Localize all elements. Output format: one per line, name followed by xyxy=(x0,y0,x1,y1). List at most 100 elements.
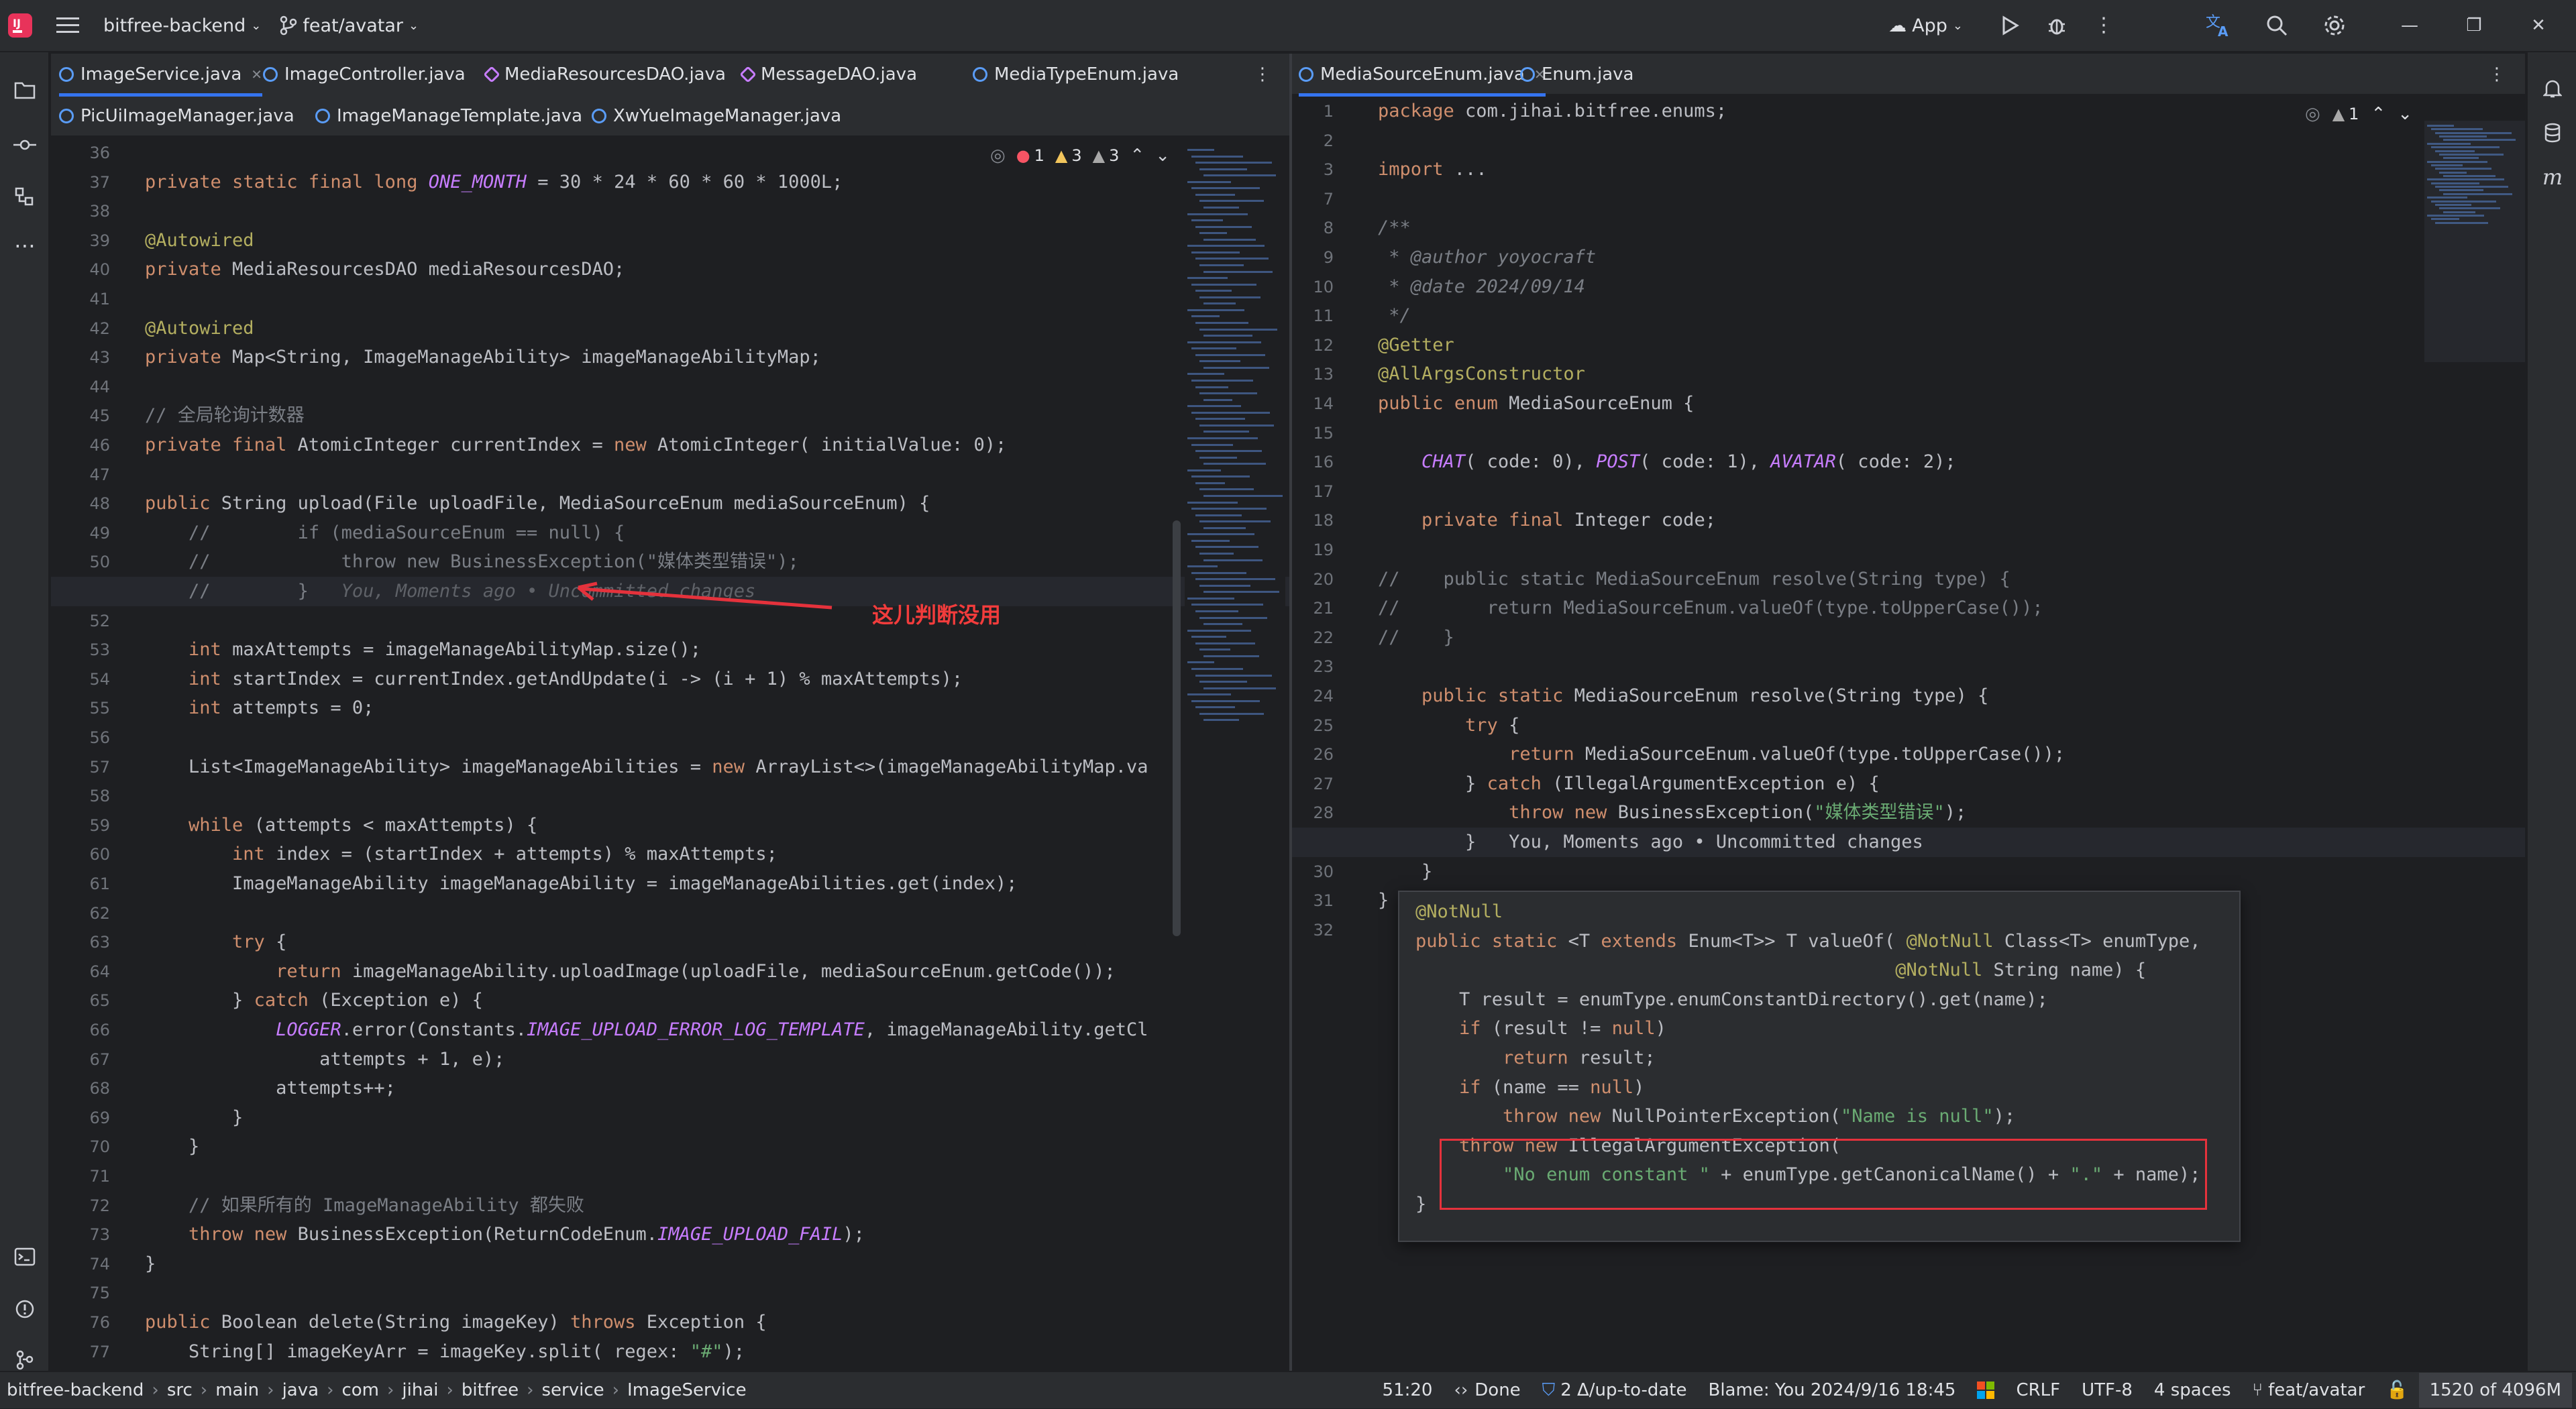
right-minimap[interactable] xyxy=(2424,121,2525,362)
project-selector[interactable]: bitfree-backend ⌄ xyxy=(94,0,270,52)
line-number[interactable]: 20 xyxy=(1292,565,1334,594)
line-number[interactable]: 11 xyxy=(1292,301,1334,331)
editor-tab[interactable]: MediaTypeEnum.java xyxy=(973,54,1179,95)
line-number[interactable]: 7 xyxy=(1292,184,1334,214)
left-editor[interactable]: 3637383940414243444546474849505152535455… xyxy=(51,138,1289,1371)
line-number[interactable]: 56 xyxy=(51,723,110,752)
line-number[interactable]: 76 xyxy=(51,1308,110,1337)
code-line[interactable]: } xyxy=(145,1103,243,1133)
file-encoding[interactable]: UTF-8 xyxy=(2071,1371,2143,1409)
run-config-selector[interactable]: ☁ App ⌄ xyxy=(1879,0,1972,52)
tabs-more-button[interactable]: ⋮ xyxy=(1245,57,1280,92)
breadcrumb-item[interactable]: main xyxy=(215,1380,259,1400)
line-number[interactable]: 72 xyxy=(51,1191,110,1221)
line-number[interactable]: 15 xyxy=(1292,418,1334,448)
app-logo[interactable]: IJ xyxy=(0,0,47,52)
breadcrumb-item[interactable]: java xyxy=(282,1380,319,1400)
line-number[interactable]: 27 xyxy=(1292,769,1334,799)
editor-tab[interactable]: XwYueImageManager.java xyxy=(592,95,841,137)
caret-position[interactable]: 51:20 xyxy=(1372,1371,1444,1409)
line-number[interactable]: 60 xyxy=(51,840,110,869)
database-tool-button[interactable] xyxy=(2535,115,2570,150)
project-tool-button[interactable] xyxy=(7,72,42,107)
code-line[interactable]: return imageManageAbility.uploadImage(up… xyxy=(145,957,1116,987)
indexing-status[interactable]: ‹› Done xyxy=(1443,1371,1531,1409)
code-line[interactable]: // return MediaSourceEnum.valueOf(type.t… xyxy=(1378,594,2043,623)
line-number[interactable]: 69 xyxy=(51,1103,110,1133)
line-number[interactable]: 14 xyxy=(1292,389,1334,418)
notifications-tool-button[interactable] xyxy=(2535,71,2570,106)
line-separator[interactable]: CRLF xyxy=(2005,1371,2071,1409)
code-line[interactable]: } xyxy=(145,1132,199,1162)
line-number[interactable]: 18 xyxy=(1292,506,1334,535)
more-actions-button[interactable]: ⋮ xyxy=(2086,8,2121,43)
main-menu-button[interactable] xyxy=(47,0,94,52)
line-number[interactable]: 75 xyxy=(51,1278,110,1308)
editor-tab[interactable]: PicUiImageManager.java xyxy=(59,95,294,137)
git-branch-status[interactable]: ⑂ feat/avatar xyxy=(2242,1371,2376,1409)
code-line[interactable]: public static MediaSourceEnum resolve(St… xyxy=(1378,681,1988,711)
code-line[interactable]: } xyxy=(1378,857,1432,887)
line-number[interactable]: 62 xyxy=(51,899,110,928)
more-tools-button[interactable]: ⋯ xyxy=(7,228,42,263)
debug-button[interactable] xyxy=(2039,8,2074,43)
code-line[interactable]: throw new BusinessException("媒体类型错误"); xyxy=(1378,798,1966,828)
left-code-area[interactable]: private static final long ONE_MONTH = 30… xyxy=(145,138,1232,1371)
line-number[interactable]: 24 xyxy=(1292,681,1334,711)
code-line[interactable]: } catch (IllegalArgumentException e) { xyxy=(1378,769,1880,799)
line-number[interactable]: 21 xyxy=(1292,594,1334,623)
line-number[interactable]: 46 xyxy=(51,431,110,460)
close-window-button[interactable]: ✕ xyxy=(2521,8,2556,43)
code-line[interactable]: int maxAttempts = imageManageAbilityMap.… xyxy=(145,635,701,665)
breadcrumb-item[interactable]: bitfree-backend xyxy=(7,1380,144,1400)
line-number[interactable]: 64 xyxy=(51,957,110,987)
code-line[interactable]: int attempts = 0; xyxy=(145,693,374,723)
editor-tab[interactable]: ImageService.java ✕ xyxy=(59,54,263,97)
code-line[interactable]: while (attempts < maxAttempts) { xyxy=(145,811,537,840)
line-number[interactable]: 77 xyxy=(51,1337,110,1367)
code-line[interactable]: return MediaSourceEnum.valueOf(type.toUp… xyxy=(1378,740,2065,769)
editor-tab[interactable]: Enum.java xyxy=(1520,54,1633,95)
line-number[interactable]: 38 xyxy=(51,196,110,226)
line-number[interactable]: 67 xyxy=(51,1045,110,1074)
editor-tab[interactable]: MediaSourceEnum.java ✕ xyxy=(1299,54,1546,97)
restore-button[interactable]: ❐ xyxy=(2457,8,2491,43)
code-line[interactable]: // throw new BusinessException("媒体类型错误")… xyxy=(145,547,799,577)
code-line[interactable]: public Boolean delete(String imageKey) t… xyxy=(145,1308,767,1337)
code-line[interactable]: * @author yoyocraft xyxy=(1378,243,1596,272)
translate-button[interactable]: 文A xyxy=(2202,8,2237,43)
line-number[interactable]: 59 xyxy=(51,811,110,840)
run-button[interactable] xyxy=(1992,8,2027,43)
code-line[interactable]: throw new BusinessException(ReturnCodeEn… xyxy=(145,1220,865,1249)
code-line[interactable]: @Autowired xyxy=(145,314,254,343)
line-number[interactable]: 9 xyxy=(1292,243,1334,272)
line-number[interactable]: 57 xyxy=(51,752,110,782)
code-line[interactable]: ImageManageAbility imageManageAbility = … xyxy=(145,869,1017,899)
line-number[interactable]: 53 xyxy=(51,635,110,665)
line-number[interactable]: 54 xyxy=(51,665,110,694)
line-number[interactable]: 23 xyxy=(1292,652,1334,681)
left-scrollbar-thumb[interactable] xyxy=(1173,520,1181,936)
chevron-up-icon[interactable]: ⌃ xyxy=(1130,146,1144,166)
code-line[interactable]: public String upload(File uploadFile, Me… xyxy=(145,489,930,518)
breadcrumb-item[interactable]: src xyxy=(167,1380,193,1400)
editor-tab[interactable]: MediaResourcesDAO.java xyxy=(483,54,726,95)
code-line[interactable]: List<ImageManageAbility> imageManageAbil… xyxy=(145,752,1148,782)
code-line[interactable]: int startIndex = currentIndex.getAndUpda… xyxy=(145,665,963,694)
code-line[interactable]: private Map<String, ImageManageAbility> … xyxy=(145,343,821,372)
breadcrumb-item[interactable]: service xyxy=(542,1380,604,1400)
line-number[interactable]: 50 xyxy=(51,547,110,577)
code-line[interactable]: } You, Moments ago • Uncommitted changes xyxy=(1378,828,1923,857)
line-number[interactable]: 48 xyxy=(51,489,110,518)
problems-tool-button[interactable] xyxy=(7,1292,42,1327)
code-line[interactable]: // public static MediaSourceEnum resolve… xyxy=(1378,565,2010,594)
line-number[interactable]: 58 xyxy=(51,781,110,811)
line-number[interactable]: 36 xyxy=(51,138,110,168)
line-number[interactable]: 3 xyxy=(1292,155,1334,184)
code-line[interactable]: try { xyxy=(145,927,286,957)
line-number[interactable]: 30 xyxy=(1292,857,1334,887)
breadcrumb-item[interactable]: com xyxy=(341,1380,379,1400)
line-number[interactable]: 63 xyxy=(51,927,110,957)
line-number[interactable]: 2 xyxy=(1292,126,1334,156)
editor-tab[interactable]: MessageDAO.java xyxy=(739,54,917,95)
